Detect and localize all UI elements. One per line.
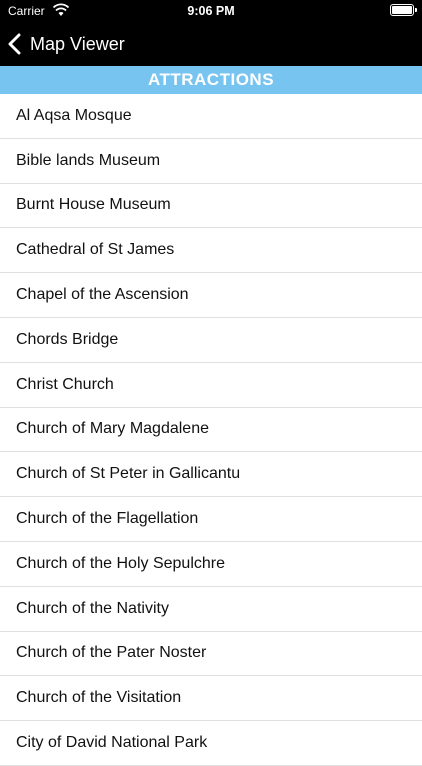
list-item[interactable]: Chapel of the Ascension bbox=[0, 273, 422, 318]
list-item[interactable]: Church of the Flagellation bbox=[0, 497, 422, 542]
back-button[interactable]: Map Viewer bbox=[6, 22, 125, 66]
list-item-label: Cathedral of St James bbox=[16, 241, 175, 259]
chevron-left-icon bbox=[8, 33, 21, 55]
list-item[interactable]: Church of the Holy Sepulchre bbox=[0, 542, 422, 587]
list-item[interactable]: Church of the Visitation bbox=[0, 676, 422, 722]
list-item[interactable]: Bible lands Museum bbox=[0, 139, 422, 184]
list-item-label: Chapel of the Ascension bbox=[16, 286, 189, 304]
list-item-label: Burnt House Museum bbox=[16, 196, 171, 214]
list-item-label: Church of the Pater Noster bbox=[16, 644, 207, 662]
list-item[interactable]: Christ Church bbox=[0, 363, 422, 408]
list-item-label: Bible lands Museum bbox=[16, 151, 161, 169]
list-item[interactable]: Church of the Nativity bbox=[0, 587, 422, 632]
list-item[interactable]: Church of Mary Magdalene bbox=[0, 408, 422, 453]
list-item[interactable]: Chords Bridge bbox=[0, 318, 422, 363]
list-item[interactable]: Cathedral of St James bbox=[0, 228, 422, 274]
section-header: ATTRACTIONS bbox=[0, 66, 422, 94]
list-item[interactable]: Church of the Pater Noster bbox=[0, 632, 422, 677]
list-item[interactable]: City of David National Park bbox=[0, 721, 422, 766]
status-bar: Carrier 9:06 PM bbox=[0, 0, 422, 22]
list-item-label: Christ Church bbox=[16, 375, 114, 393]
list-item-label: Chords Bridge bbox=[16, 330, 119, 348]
clock: 9:06 PM bbox=[187, 4, 235, 18]
list-item-label: Al Aqsa Mosque bbox=[16, 106, 132, 124]
navigation-bar: Map Viewer bbox=[0, 22, 422, 66]
list-item-label: Church of the Nativity bbox=[16, 599, 169, 617]
list-item-label: City of David National Park bbox=[16, 734, 208, 752]
list-item[interactable]: Burnt House Museum bbox=[0, 184, 422, 229]
attractions-list: Al Aqsa Mosque Bible lands Museum Burnt Ho… bbox=[0, 94, 422, 766]
list-item-label: Church of the Flagellation bbox=[16, 510, 199, 528]
list-item[interactable]: Church of St Peter in Gallicantu bbox=[0, 452, 422, 498]
list-item-label: Church of the Holy Sepulchre bbox=[16, 554, 225, 572]
battery-icon bbox=[390, 4, 417, 16]
list-item[interactable]: Al Aqsa Mosque bbox=[0, 94, 422, 139]
list-item-label: Church of the Visitation bbox=[16, 689, 182, 707]
back-button-label: Map Viewer bbox=[30, 33, 125, 54]
list-item-label: Church of Mary Magdalene bbox=[16, 420, 209, 438]
list-item-label: Church of St Peter in Gallicantu bbox=[16, 465, 241, 483]
